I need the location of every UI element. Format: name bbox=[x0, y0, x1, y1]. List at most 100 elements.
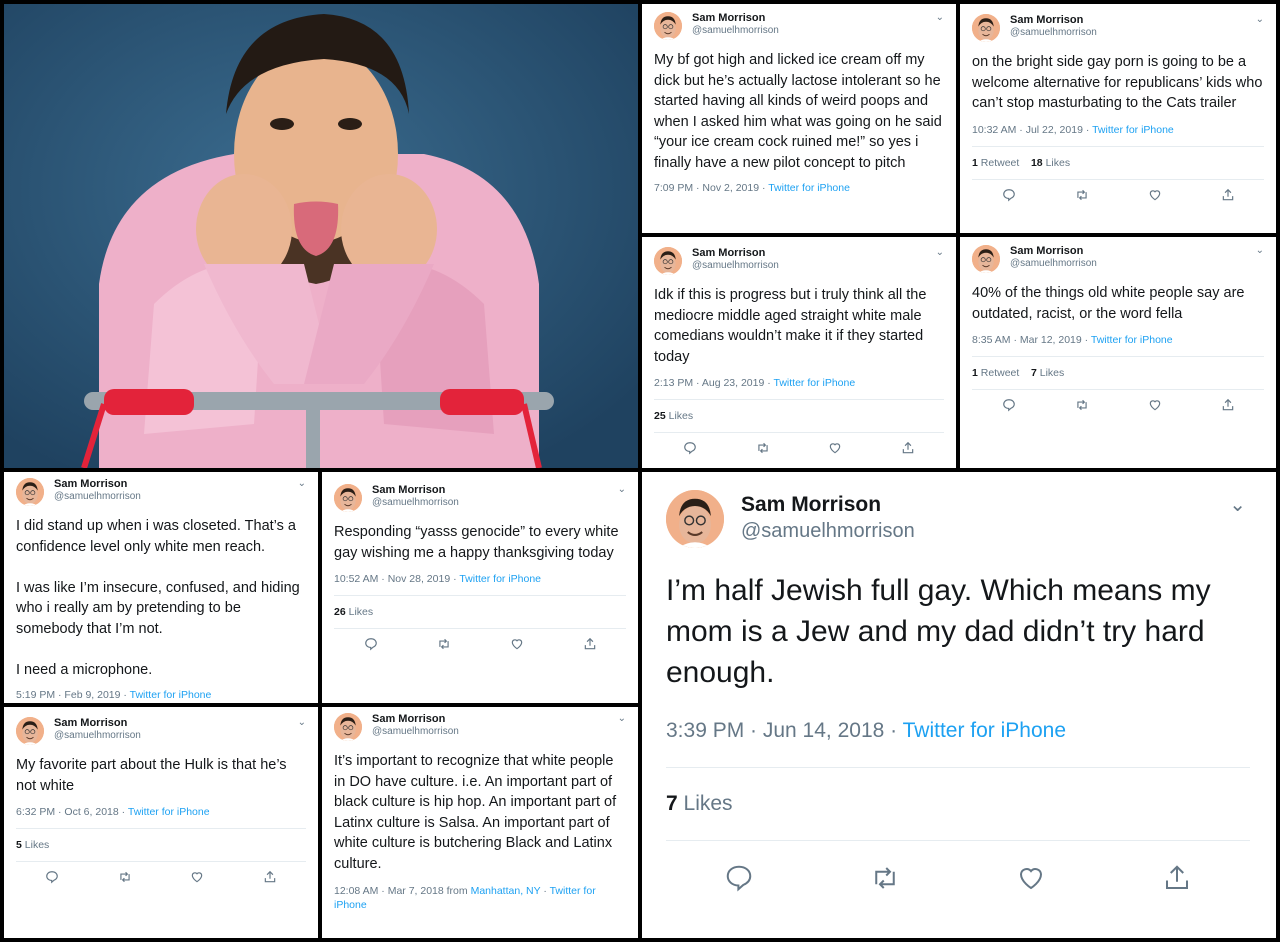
handle[interactable]: @samuelhmorrison bbox=[692, 260, 779, 272]
like-label[interactable]: Likes bbox=[684, 792, 733, 815]
tweet-card[interactable]: Sam Morrison @samuelhmorrison ⌄ Idk if t… bbox=[642, 237, 956, 468]
share-icon[interactable] bbox=[1221, 398, 1235, 412]
source-link[interactable]: Twitter for iPhone bbox=[128, 806, 210, 818]
like-icon[interactable] bbox=[1016, 863, 1046, 893]
source-link[interactable]: Twitter for iPhone bbox=[1091, 334, 1173, 346]
avatar[interactable] bbox=[334, 713, 362, 741]
retweet-icon[interactable] bbox=[756, 441, 770, 455]
display-name[interactable]: Sam Morrison bbox=[372, 713, 459, 726]
like-count[interactable]: 26 bbox=[334, 606, 346, 618]
reply-icon[interactable] bbox=[45, 870, 59, 884]
reply-icon[interactable] bbox=[1002, 188, 1016, 202]
tweet-card[interactable]: Sam Morrison @samuelhmorrison ⌄ I did st… bbox=[4, 472, 318, 703]
chevron-down-icon[interactable]: ⌄ bbox=[298, 717, 306, 728]
reply-icon[interactable] bbox=[683, 441, 697, 455]
chevron-down-icon[interactable]: ⌄ bbox=[298, 478, 306, 489]
like-label[interactable]: Likes bbox=[1040, 367, 1065, 379]
retweet-icon[interactable] bbox=[1075, 188, 1089, 202]
like-count[interactable]: 5 bbox=[16, 839, 22, 851]
tweet-card[interactable]: Sam Morrison @samuelhmorrison ⌄ My bf go… bbox=[642, 4, 956, 233]
source-link[interactable]: Twitter for iPhone bbox=[130, 689, 212, 701]
tweet-card-large[interactable]: Sam Morrison @samuelhmorrison ⌄ I’m half… bbox=[642, 472, 1276, 938]
tweet-card[interactable]: Sam Morrison @samuelhmorrison ⌄ It’s imp… bbox=[322, 707, 638, 938]
source-link[interactable]: Twitter for iPhone bbox=[773, 377, 855, 389]
share-icon[interactable] bbox=[263, 870, 277, 884]
display-name[interactable]: Sam Morrison bbox=[372, 484, 459, 497]
like-label[interactable]: Likes bbox=[1046, 157, 1071, 169]
handle[interactable]: @samuelhmorrison bbox=[1010, 258, 1097, 270]
source-link[interactable]: Twitter for iPhone bbox=[903, 719, 1066, 742]
tweet-card[interactable]: Sam Morrison @samuelhmorrison ⌄ Respondi… bbox=[322, 472, 638, 703]
avatar[interactable] bbox=[972, 245, 1000, 273]
source-link[interactable]: Twitter for iPhone bbox=[459, 573, 541, 585]
chevron-down-icon[interactable]: ⌄ bbox=[618, 484, 626, 495]
like-label[interactable]: Likes bbox=[349, 606, 374, 618]
like-label[interactable]: Likes bbox=[25, 839, 50, 851]
like-count[interactable]: 7 bbox=[666, 792, 678, 815]
reply-icon[interactable] bbox=[364, 637, 378, 651]
avatar[interactable] bbox=[972, 14, 1000, 42]
handle[interactable]: @samuelhmorrison bbox=[1010, 27, 1097, 39]
share-icon[interactable] bbox=[901, 441, 915, 455]
avatar-face-icon bbox=[654, 12, 682, 40]
action-bar bbox=[334, 629, 626, 651]
display-name[interactable]: Sam Morrison bbox=[741, 492, 915, 517]
like-icon[interactable] bbox=[1148, 398, 1162, 412]
like-count[interactable]: 18 bbox=[1031, 157, 1043, 169]
display-name[interactable]: Sam Morrison bbox=[692, 247, 779, 260]
display-name[interactable]: Sam Morrison bbox=[54, 478, 141, 491]
handle[interactable]: @samuelhmorrison bbox=[692, 25, 779, 37]
handle[interactable]: @samuelhmorrison bbox=[54, 491, 141, 503]
avatar[interactable] bbox=[654, 247, 682, 275]
like-icon[interactable] bbox=[828, 441, 842, 455]
retweet-icon[interactable] bbox=[118, 870, 132, 884]
chevron-down-icon[interactable]: ⌄ bbox=[1256, 245, 1264, 256]
share-icon[interactable] bbox=[583, 637, 597, 651]
handle[interactable]: @samuelhmorrison bbox=[54, 730, 141, 742]
retweet-label[interactable]: Retweet bbox=[981, 367, 1020, 379]
share-icon[interactable] bbox=[1162, 863, 1192, 893]
like-icon[interactable] bbox=[510, 637, 524, 651]
tweet-card[interactable]: Sam Morrison @samuelhmorrison ⌄ My favor… bbox=[4, 707, 318, 938]
reply-icon[interactable] bbox=[1002, 398, 1016, 412]
chevron-down-icon[interactable]: ⌄ bbox=[936, 247, 944, 258]
share-icon[interactable] bbox=[1221, 188, 1235, 202]
retweet-label[interactable]: Retweet bbox=[981, 157, 1020, 169]
avatar[interactable] bbox=[334, 484, 362, 512]
display-name[interactable]: Sam Morrison bbox=[1010, 14, 1097, 27]
handle[interactable]: @samuelhmorrison bbox=[372, 497, 459, 509]
reply-icon[interactable] bbox=[724, 863, 754, 893]
handle[interactable]: @samuelhmorrison bbox=[741, 519, 915, 543]
tweet-card[interactable]: Sam Morrison @samuelhmorrison ⌄ 40% of t… bbox=[960, 237, 1276, 468]
display-name[interactable]: Sam Morrison bbox=[692, 12, 779, 25]
like-icon[interactable] bbox=[190, 870, 204, 884]
chevron-down-icon[interactable]: ⌄ bbox=[618, 713, 626, 724]
avatar[interactable] bbox=[16, 478, 44, 506]
tweet-card[interactable]: Sam Morrison @samuelhmorrison ⌄ on the b… bbox=[960, 4, 1276, 233]
tweet-text: It’s important to recognize that white p… bbox=[334, 753, 617, 872]
avatar[interactable] bbox=[666, 490, 724, 548]
chevron-down-icon[interactable]: ⌄ bbox=[1229, 492, 1246, 517]
like-label[interactable]: Likes bbox=[669, 410, 694, 422]
retweet-icon[interactable] bbox=[1075, 398, 1089, 412]
retweet-count[interactable]: 1 bbox=[972, 367, 978, 379]
location-link[interactable]: Manhattan, NY bbox=[471, 885, 541, 897]
handle[interactable]: @samuelhmorrison bbox=[372, 726, 459, 738]
source-link[interactable]: Twitter for iPhone bbox=[768, 182, 850, 194]
chevron-down-icon[interactable]: ⌄ bbox=[936, 12, 944, 23]
retweet-count[interactable]: 1 bbox=[972, 157, 978, 169]
like-icon[interactable] bbox=[1148, 188, 1162, 202]
display-name[interactable]: Sam Morrison bbox=[54, 717, 141, 730]
display-name[interactable]: Sam Morrison bbox=[1010, 245, 1097, 258]
like-count[interactable]: 25 bbox=[654, 410, 666, 422]
retweet-icon[interactable] bbox=[437, 637, 451, 651]
chevron-down-icon[interactable]: ⌄ bbox=[1256, 14, 1264, 25]
separator: · bbox=[1081, 334, 1091, 346]
avatar[interactable] bbox=[654, 12, 682, 40]
retweet-icon[interactable] bbox=[870, 863, 900, 893]
avatar[interactable] bbox=[16, 717, 44, 745]
like-count[interactable]: 7 bbox=[1031, 367, 1037, 379]
source-link[interactable]: Twitter for iPhone bbox=[1092, 124, 1174, 136]
tweet-stats: 7 Likes bbox=[666, 768, 1250, 840]
avatar-face-icon bbox=[334, 713, 362, 741]
